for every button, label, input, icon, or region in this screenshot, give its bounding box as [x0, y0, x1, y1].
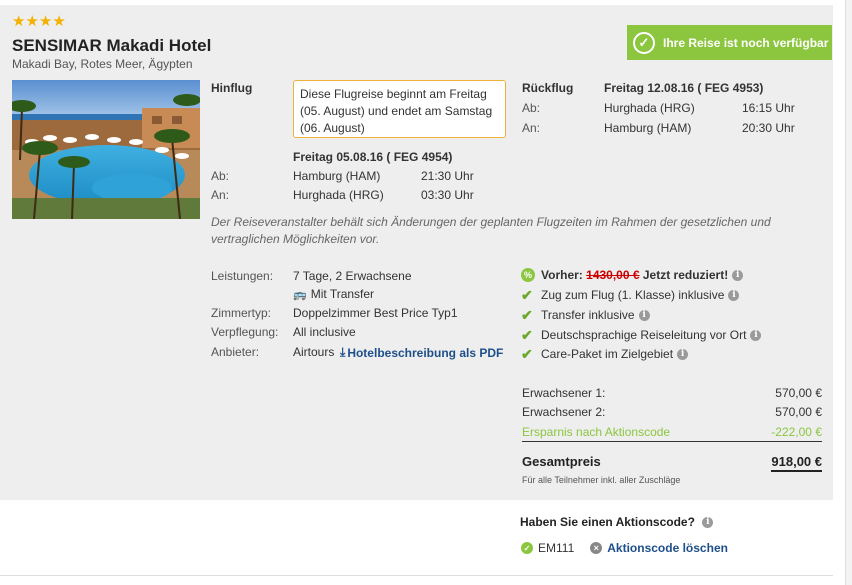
info-icon[interactable]: i	[638, 309, 650, 321]
transfer-row: 🚌 Mit Transfer	[293, 287, 374, 301]
perk-guide-label: Deutschsprachige Reiseleitung vor Ort	[541, 328, 747, 342]
before-price: 1430,00 €	[586, 268, 640, 282]
return-title: Rückflug	[522, 81, 574, 95]
perk-transfer: ✔ Transfer inklusive i	[521, 306, 650, 324]
promo-panel	[0, 500, 833, 576]
hotel-photo-graphic	[12, 80, 200, 219]
reduced-label: Jetzt reduziert!	[642, 268, 729, 282]
price-adult-2: Erwachsener 2: 570,00 €	[522, 405, 822, 419]
before-label: Vorher:	[541, 268, 583, 282]
checkmark-icon: ✔	[521, 306, 533, 323]
return-flight-info: Freitag 12.08.16 ( FEG 4953)	[604, 81, 764, 95]
adult-1-label: Erwachsener 1:	[522, 386, 606, 400]
availability-badge: ✓ Ihre Reise ist noch verfügbar	[627, 25, 832, 60]
outbound-dep-airport: Hamburg (HAM)	[293, 169, 381, 183]
price-adult-1: Erwachsener 1: 570,00 €	[522, 386, 822, 400]
total-label: Gesamtpreis	[522, 454, 601, 469]
room-value: Doppelzimmer Best Price Typ1	[293, 306, 458, 320]
board-value: All inclusive	[293, 325, 356, 339]
transfer-label: Mit Transfer	[310, 287, 375, 301]
return-arr-airport: Hamburg (HAM)	[604, 121, 692, 135]
room-label: Zimmertyp:	[211, 306, 271, 320]
price-savings: Ersparnis nach Aktionscode -222,00 €	[522, 425, 822, 439]
perk-care: ✔ Care-Paket im Zielgebiet i	[521, 345, 689, 363]
checkmark-icon: ✔	[521, 345, 533, 362]
adult-2-label: Erwachsener 2:	[522, 405, 606, 419]
price-divider	[522, 441, 822, 442]
adult-1-value: 570,00 €	[775, 386, 822, 400]
perk-train-label: Zug zum Flug (1. Klasse) inklusive	[541, 288, 725, 302]
close-circle-icon[interactable]: ×	[590, 542, 603, 554]
adult-2-value: 570,00 €	[775, 405, 822, 419]
flight-notice: Diese Flugreise beginnt am Freitag (05. …	[293, 80, 506, 138]
perk-transfer-label: Transfer inklusive	[541, 308, 635, 322]
return-dep-time: 16:15 Uhr	[742, 101, 795, 115]
info-icon[interactable]: i	[702, 517, 714, 529]
hotel-photo[interactable]	[12, 80, 200, 219]
return-arr-time: 20:30 Uhr	[742, 121, 795, 135]
outbound-arr-label: An:	[211, 188, 230, 202]
percent-badge-icon: %	[521, 268, 535, 282]
services-value: 7 Tage, 2 Erwachsene	[293, 269, 412, 283]
provider-label: Anbieter:	[211, 345, 260, 359]
promo-question-label: Haben Sie einen Aktionscode?	[520, 515, 695, 529]
scrollbar-track[interactable]	[845, 0, 852, 585]
flight-disclaimer: Der Reiseveranstalter behält sich Änderu…	[211, 215, 771, 246]
download-icon: ⤓	[340, 345, 346, 359]
return-dep-airport: Hurghada (HRG)	[604, 101, 695, 115]
checkmark-icon: ✔	[521, 286, 533, 303]
bus-icon: 🚌	[293, 288, 307, 301]
services-label: Leistungen:	[211, 269, 274, 283]
return-dep-label: Ab:	[522, 101, 541, 115]
star-rating: ★★★★	[12, 13, 66, 30]
check-circle-icon: ✓	[521, 542, 533, 554]
return-arr-label: An:	[522, 121, 541, 135]
promo-question: Haben Sie einen Aktionscode? i	[520, 515, 714, 529]
info-icon[interactable]: i	[677, 348, 689, 360]
info-icon[interactable]: i	[732, 269, 744, 281]
checkmark-icon: ✔	[521, 326, 533, 343]
check-circle-icon: ✓	[633, 31, 655, 54]
info-icon[interactable]: i	[728, 289, 740, 301]
perk-train: ✔ Zug zum Flug (1. Klasse) inklusive i	[521, 286, 740, 304]
savings-label: Ersparnis nach Aktionscode	[522, 425, 671, 439]
outbound-dep-label: Ab:	[211, 169, 230, 183]
outbound-flight-info: Freitag 05.08.16 ( FEG 4954)	[293, 150, 453, 164]
promo-code-row: ✓ EM111 × Aktionscode löschen	[521, 541, 728, 555]
total-value: 918,00 €	[771, 454, 822, 472]
outbound-title: Hinflug	[211, 81, 253, 95]
perk-care-label: Care-Paket im Zielgebiet	[541, 347, 674, 361]
pdf-link-label: Hotelbeschreibung als PDF	[347, 345, 504, 360]
outbound-arr-time: 03:30 Uhr	[421, 188, 474, 202]
promo-code-value: EM111	[538, 541, 575, 555]
remove-promo-link[interactable]: Aktionscode löschen	[607, 541, 728, 555]
perk-guide: ✔ Deutschsprachige Reiseleitung vor Ort …	[521, 326, 762, 344]
price-note: Für alle Teilnehmer inkl. aller Zuschläg…	[522, 475, 681, 485]
outbound-arr-airport: Hurghada (HRG)	[293, 188, 384, 202]
savings-value: -222,00 €	[771, 425, 822, 439]
hotel-location: Makadi Bay, Rotes Meer, Ägypten	[12, 57, 193, 71]
price-total: Gesamtpreis 918,00 €	[522, 454, 822, 472]
outbound-dep-time: 21:30 Uhr	[421, 169, 474, 183]
provider-value: Airtours	[293, 345, 335, 359]
perk-discount: % Vorher: 1430,00 € Jetzt reduziert! i	[521, 266, 744, 284]
info-icon[interactable]: i	[750, 329, 762, 341]
pdf-download-link[interactable]: ⤓ Hotelbeschreibung als PDF	[340, 345, 503, 360]
availability-label: Ihre Reise ist noch verfügbar	[663, 35, 829, 50]
board-label: Verpflegung:	[211, 325, 279, 339]
hotel-name[interactable]: SENSIMAR Makadi Hotel	[12, 36, 211, 56]
